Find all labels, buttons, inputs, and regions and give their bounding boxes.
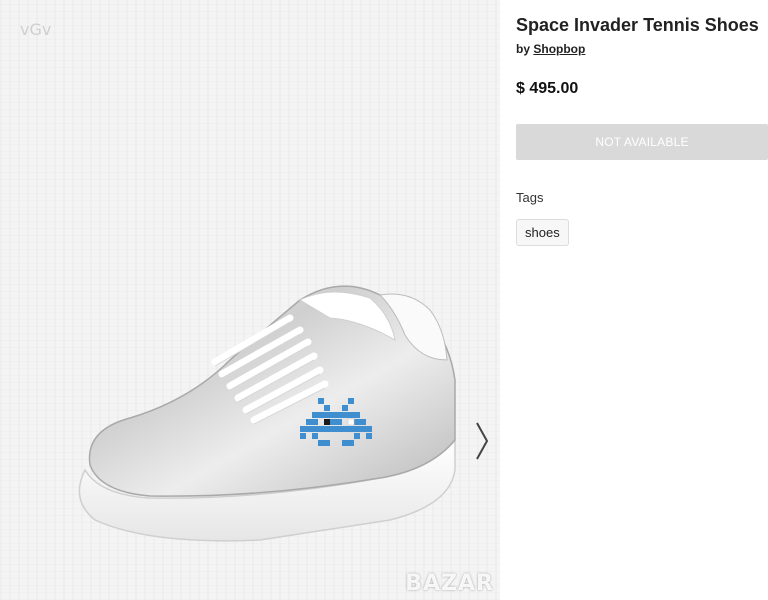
product-price: $ 495.00 xyxy=(516,80,579,97)
tag-chip-shoes[interactable]: shoes xyxy=(516,219,569,246)
product-image-pane: vGv BAZAR xyxy=(0,0,500,600)
watermark-bottom-right: BAZAR xyxy=(405,571,494,596)
next-image-button[interactable] xyxy=(470,416,494,466)
not-available-button[interactable]: NOT AVAILABLE xyxy=(516,124,768,160)
product-image[interactable] xyxy=(0,0,500,600)
product-details: Space Invader Tennis Shoes by Shopbop $ … xyxy=(516,14,768,246)
product-title: Space Invader Tennis Shoes xyxy=(516,15,759,35)
seller-line: by Shopbop xyxy=(516,42,768,56)
space-invader-eye xyxy=(347,418,355,426)
by-prefix: by xyxy=(516,42,531,56)
space-invader-eye xyxy=(324,419,330,425)
chevron-right-icon xyxy=(476,422,489,460)
tags-label: Tags xyxy=(516,190,544,205)
seller-link[interactable]: Shopbop xyxy=(533,42,585,56)
